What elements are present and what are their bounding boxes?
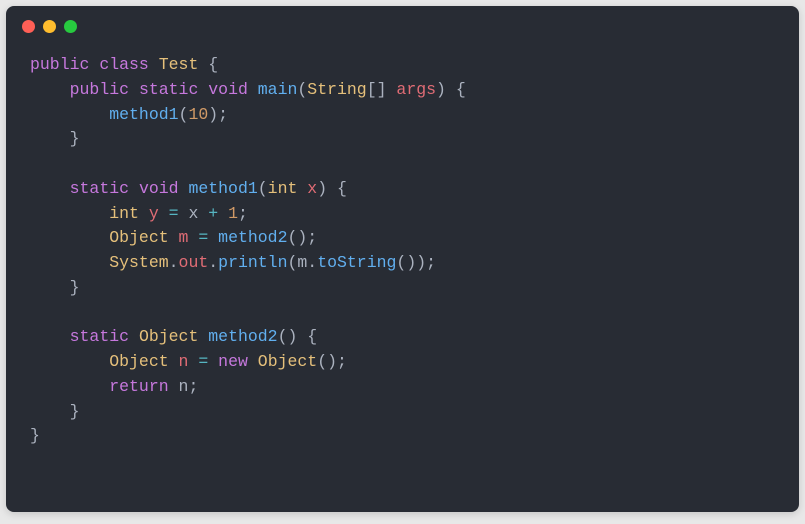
window-titlebar — [6, 6, 799, 41]
keyword: public — [70, 80, 129, 99]
parameter: x — [297, 179, 317, 198]
function-call: toString — [317, 253, 396, 272]
object: System — [109, 253, 168, 272]
keyword: static — [70, 327, 129, 346]
code-block: public class Test { public static void m… — [6, 41, 799, 469]
function-name: main — [258, 80, 298, 99]
code-window: public class Test { public static void m… — [6, 6, 799, 512]
type: Object — [109, 352, 168, 371]
operator: + — [208, 204, 218, 223]
close-icon[interactable] — [22, 20, 35, 33]
keyword: public — [30, 55, 89, 74]
function-call: method1 — [109, 105, 178, 124]
variable: n — [169, 352, 189, 371]
keyword: static — [70, 179, 129, 198]
brace: } — [70, 129, 80, 148]
number-literal: 10 — [188, 105, 208, 124]
keyword: return — [109, 377, 168, 396]
function-name: method2 — [208, 327, 277, 346]
type: void — [208, 80, 248, 99]
keyword: new — [218, 352, 248, 371]
class-name: Object — [258, 352, 317, 371]
function-call: println — [218, 253, 287, 272]
parameter: args — [387, 80, 437, 99]
brace: } — [30, 426, 40, 445]
type: int — [268, 179, 298, 198]
variable: m — [169, 228, 189, 247]
variable: n — [169, 377, 189, 396]
minimize-icon[interactable] — [43, 20, 56, 33]
brace: } — [70, 402, 80, 421]
variable: y — [139, 204, 159, 223]
maximize-icon[interactable] — [64, 20, 77, 33]
brace: } — [70, 278, 80, 297]
type: Object — [139, 327, 198, 346]
class-name: Test — [159, 55, 199, 74]
type: String — [307, 80, 366, 99]
type: Object — [109, 228, 168, 247]
keyword: class — [99, 55, 149, 74]
field: out — [179, 253, 209, 272]
number-literal: 1 — [228, 204, 238, 223]
operator: = — [159, 204, 179, 223]
operator: = — [188, 228, 208, 247]
type: int — [109, 204, 139, 223]
type: void — [139, 179, 179, 198]
brace: { — [198, 55, 218, 74]
operator: = — [188, 352, 208, 371]
function-call: method2 — [218, 228, 287, 247]
function-name: method1 — [188, 179, 257, 198]
keyword: static — [139, 80, 198, 99]
